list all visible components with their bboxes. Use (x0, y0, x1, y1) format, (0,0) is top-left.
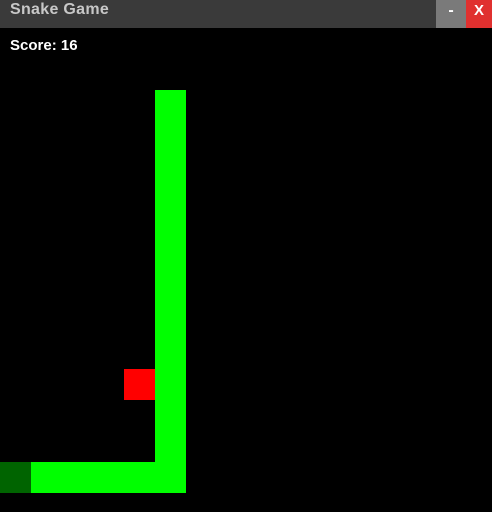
snake-body (124, 462, 155, 493)
snake-head (155, 90, 186, 121)
snake-body (155, 152, 186, 183)
snake-body (155, 307, 186, 338)
score-display: Score: 16 (10, 37, 78, 55)
snake-body (155, 369, 186, 400)
snake-body (155, 431, 186, 462)
snake-body (155, 183, 186, 214)
snake-body (155, 121, 186, 152)
window-title: Snake Game (10, 1, 110, 18)
snake-body (155, 338, 186, 369)
snake-body (155, 400, 186, 431)
game-window: Snake Game - X Score: 16 (0, 0, 492, 512)
close-button[interactable]: X (466, 0, 492, 28)
snake-tail (0, 462, 31, 493)
snake-body (155, 462, 186, 493)
minimize-button[interactable]: - (436, 0, 466, 28)
title-bar[interactable]: Snake Game - X (0, 0, 492, 28)
score-label: Score: (10, 37, 57, 54)
snake-body (93, 462, 124, 493)
food-pellet (124, 369, 155, 400)
snake-body (155, 245, 186, 276)
snake-body (62, 462, 93, 493)
snake-body (31, 462, 62, 493)
game-board[interactable] (0, 28, 492, 512)
score-value: 16 (60, 37, 78, 54)
snake-body (155, 276, 186, 307)
snake-body (155, 214, 186, 245)
